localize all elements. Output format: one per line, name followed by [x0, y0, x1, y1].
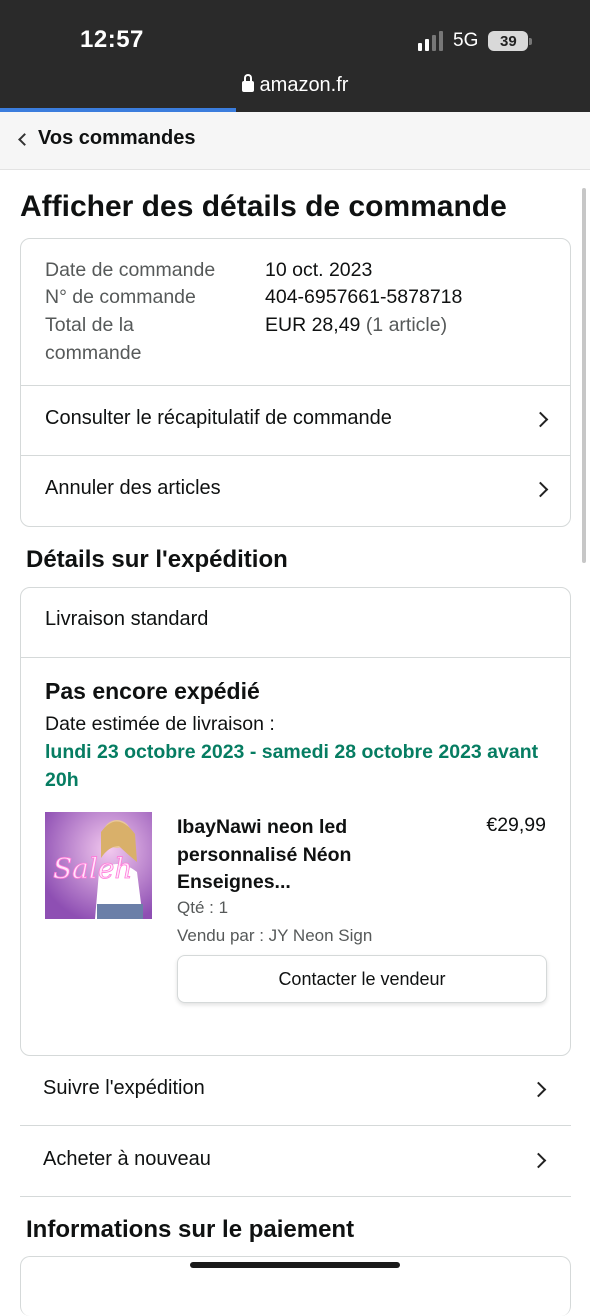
buy-again-link[interactable]: Acheter à nouveau: [20, 1127, 571, 1197]
product-title-link[interactable]: IbayNawi neon led personnalisé Néon Ense…: [177, 814, 397, 897]
shipment-card: Livraison standard Pas encore expédié Da…: [20, 587, 571, 1056]
signal-strength-icon: [418, 31, 443, 51]
contact-seller-button[interactable]: Contacter le vendeur: [177, 955, 547, 1003]
cancel-items-link[interactable]: Annuler des articles: [21, 455, 570, 527]
product-seller: Vendu par : JY Neon Sign: [177, 926, 373, 945]
battery-level: 39: [500, 32, 517, 50]
buy-again-label: Acheter à nouveau: [43, 1148, 211, 1170]
order-total-label: Total de la commande: [45, 312, 245, 367]
payment-section-title: Informations sur le paiement: [26, 1216, 355, 1243]
order-total-label-line1: Total de la: [45, 314, 134, 336]
nav-bar: Vos commandes: [0, 112, 590, 170]
divider: [21, 657, 570, 658]
order-total-row: Total de la commande EUR 28,49 (1 articl…: [45, 312, 545, 368]
estimated-delivery-date: lundi 23 octobre 2023 - samedi 28 octobr…: [45, 741, 539, 791]
track-shipment-label: Suivre l'expédition: [43, 1077, 205, 1099]
shipment-status: Pas encore expédié: [45, 678, 260, 704]
order-number-row: N° de commande 404-6957661-5878718: [45, 284, 545, 312]
url-text: amazon.fr: [259, 74, 349, 96]
network-type: 5G: [453, 30, 479, 51]
back-link-orders[interactable]: Vos commandes: [38, 127, 195, 150]
order-date-label: Date de commande: [45, 259, 216, 281]
order-number-label: N° de commande: [45, 286, 196, 308]
track-shipment-link[interactable]: Suivre l'expédition: [20, 1056, 571, 1126]
product-image[interactable]: Saleh: [45, 812, 152, 919]
chevron-left-icon[interactable]: [18, 133, 31, 146]
order-date-row: Date de commande 10 oct. 2023: [45, 257, 545, 285]
page-title: Afficher des détails de commande: [20, 190, 507, 223]
estimated-delivery-label: Date estimée de livraison :: [45, 713, 275, 735]
shipment-section-title: Détails sur l'expédition: [26, 546, 288, 573]
home-indicator[interactable]: [190, 1262, 400, 1268]
status-time: 12:57: [80, 26, 144, 53]
order-total-amount: EUR 28,49: [265, 314, 361, 336]
product-photo-neon-sign: Saleh: [45, 812, 152, 919]
scrollbar[interactable]: [582, 188, 586, 563]
shipping-method: Livraison standard: [45, 608, 209, 630]
order-item-count: (1 article): [365, 314, 448, 336]
chevron-right-icon: [532, 481, 549, 498]
order-summary-card: Date de commande 10 oct. 2023 N° de comm…: [20, 238, 571, 527]
status-indicators: 5G 39: [418, 30, 533, 52]
chevron-right-icon: [530, 1081, 547, 1098]
battery-icon: 39: [488, 31, 533, 51]
chevron-right-icon: [532, 411, 549, 428]
cancel-items-label: Annuler des articles: [45, 477, 221, 499]
order-total-value: EUR 28,49 (1 article): [265, 312, 447, 340]
order-recap-label: Consulter le récapitulatif de commande: [45, 407, 392, 429]
status-bar: 12:57 5G 39 amazon.fr: [0, 0, 590, 112]
order-date-value: 10 oct. 2023: [265, 259, 373, 281]
product-price: €29,99: [486, 814, 546, 836]
product-quantity: Qté : 1: [177, 898, 229, 917]
neon-sign-text: Saleh: [53, 852, 132, 885]
order-total-label-line2: commande: [45, 341, 142, 364]
order-number-value: 404-6957661-5878718: [265, 286, 463, 308]
order-recap-link[interactable]: Consulter le récapitulatif de commande: [21, 385, 570, 455]
lock-icon: [241, 74, 254, 92]
url-bar[interactable]: amazon.fr: [0, 74, 590, 97]
chevron-right-icon: [530, 1152, 547, 1169]
